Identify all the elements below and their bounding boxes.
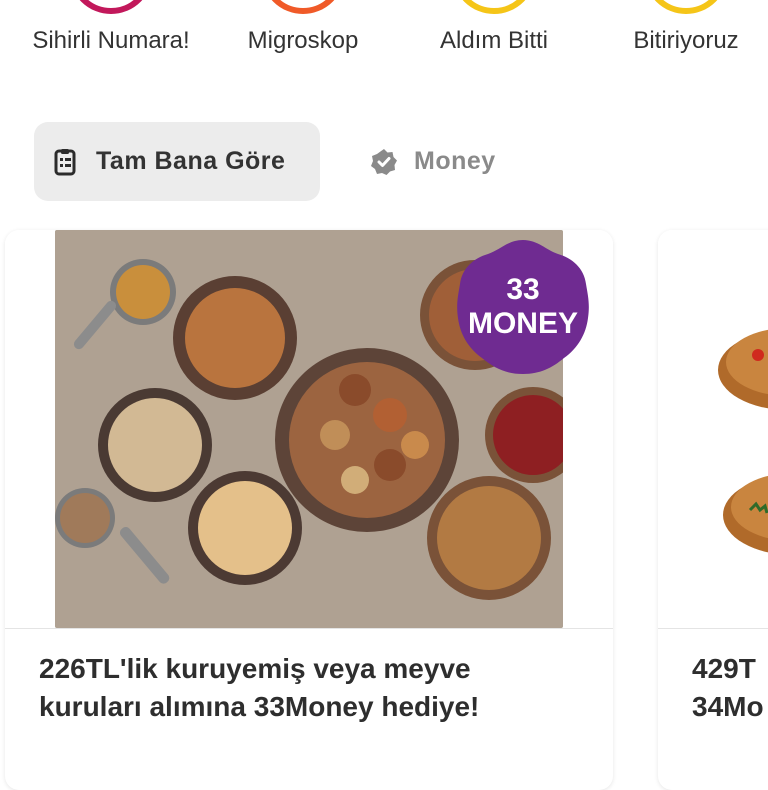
story-ring (452, 0, 536, 14)
badge-amount: 33 (506, 273, 540, 306)
tab-label: Money (414, 147, 496, 175)
campaign-image-area: 33 MONEY (5, 230, 613, 628)
campaign-image-area (658, 230, 768, 628)
title-line: 429T (692, 653, 756, 684)
badge-currency: MONEY (467, 307, 578, 340)
card-divider (658, 628, 768, 629)
tab-money[interactable]: Money (352, 122, 552, 201)
story-label: Migroskop (247, 27, 359, 54)
card-divider (5, 628, 613, 629)
stories-row: Sihirli Numara! Migroskop Aldım Bitti Bi… (0, 0, 768, 100)
campaign-title: 226TL'lik kuruyemiş veya meyve kuruları … (39, 653, 480, 722)
money-badge: 33 MONEY (454, 238, 592, 376)
story-ring (261, 0, 345, 14)
title-line: 34Mo (692, 691, 764, 722)
list-icon (52, 147, 80, 177)
story-label: Sihirli Numara! (32, 27, 190, 54)
campaign-card-partial[interactable]: 429T 34Mo (658, 230, 768, 790)
story-label: Bitiriyoruz (633, 27, 739, 54)
verified-badge-icon (370, 147, 398, 177)
campaign-title: 429T 34Mo (692, 650, 768, 726)
board-photo (658, 230, 768, 628)
tab-label: Tam Bana Göre (96, 147, 286, 175)
story-label: Aldım Bitti (439, 27, 549, 54)
tab-tam-bana-gore[interactable]: Tam Bana Göre (34, 122, 320, 201)
story-ring (644, 0, 728, 14)
campaign-card[interactable]: 33 MONEY 226TL'lik kuruyemiş veya meyve … (5, 230, 613, 790)
story-ring (69, 0, 153, 14)
